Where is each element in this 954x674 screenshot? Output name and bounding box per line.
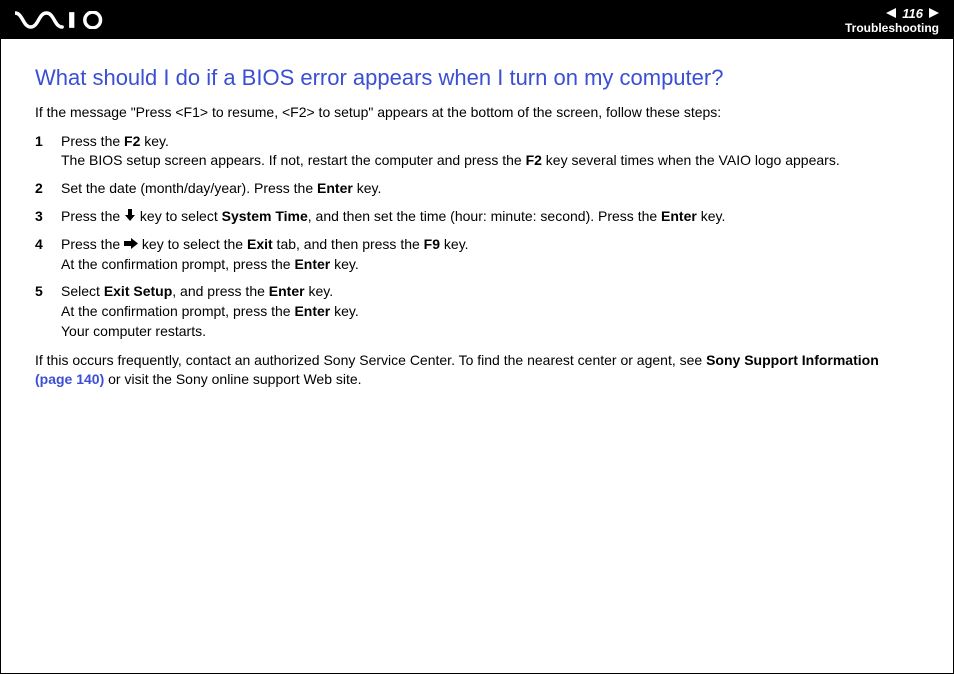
right-arrow-icon — [124, 235, 138, 255]
content-area: What should I do if a BIOS error appears… — [1, 39, 953, 389]
step-3: 3 Press the key to select System Time, a… — [35, 207, 919, 227]
page-title: What should I do if a BIOS error appears… — [35, 65, 919, 91]
step-1: 1 Press the F2 key. The BIOS setup scree… — [35, 132, 919, 171]
prev-page-arrow-icon[interactable] — [886, 8, 896, 18]
down-arrow-icon — [124, 207, 136, 227]
step-number: 5 — [35, 282, 61, 302]
step-number: 1 — [35, 132, 61, 152]
next-page-arrow-icon[interactable] — [929, 8, 939, 18]
step-body: Press the key to select System Time, and… — [61, 207, 919, 227]
step-number: 3 — [35, 207, 61, 227]
step-5: 5 Select Exit Setup, and press the Enter… — [35, 282, 919, 341]
header-bar: 116 Troubleshooting — [1, 1, 953, 39]
outro-text: If this occurs frequently, contact an au… — [35, 351, 919, 389]
step-number: 4 — [35, 235, 61, 255]
step-body: Press the F2 key. The BIOS setup screen … — [61, 132, 919, 171]
step-body: Press the key to select the Exit tab, an… — [61, 235, 919, 275]
page-navigator: 116 — [886, 7, 939, 20]
intro-text: If the message "Press <F1> to resume, <F… — [35, 103, 919, 122]
step-number: 2 — [35, 179, 61, 199]
document-page: 116 Troubleshooting What should I do if … — [0, 0, 954, 674]
page-number: 116 — [902, 7, 923, 20]
header-right: 116 Troubleshooting — [845, 7, 939, 34]
step-4: 4 Press the key to select the Exit tab, … — [35, 235, 919, 275]
step-body: Set the date (month/day/year). Press the… — [61, 179, 919, 199]
vaio-logo — [15, 11, 111, 29]
section-label: Troubleshooting — [845, 22, 939, 34]
step-list: 1 Press the F2 key. The BIOS setup scree… — [35, 132, 919, 341]
step-body: Select Exit Setup, and press the Enter k… — [61, 282, 919, 341]
page-link[interactable]: (page 140) — [35, 371, 104, 387]
step-2: 2 Set the date (month/day/year). Press t… — [35, 179, 919, 199]
